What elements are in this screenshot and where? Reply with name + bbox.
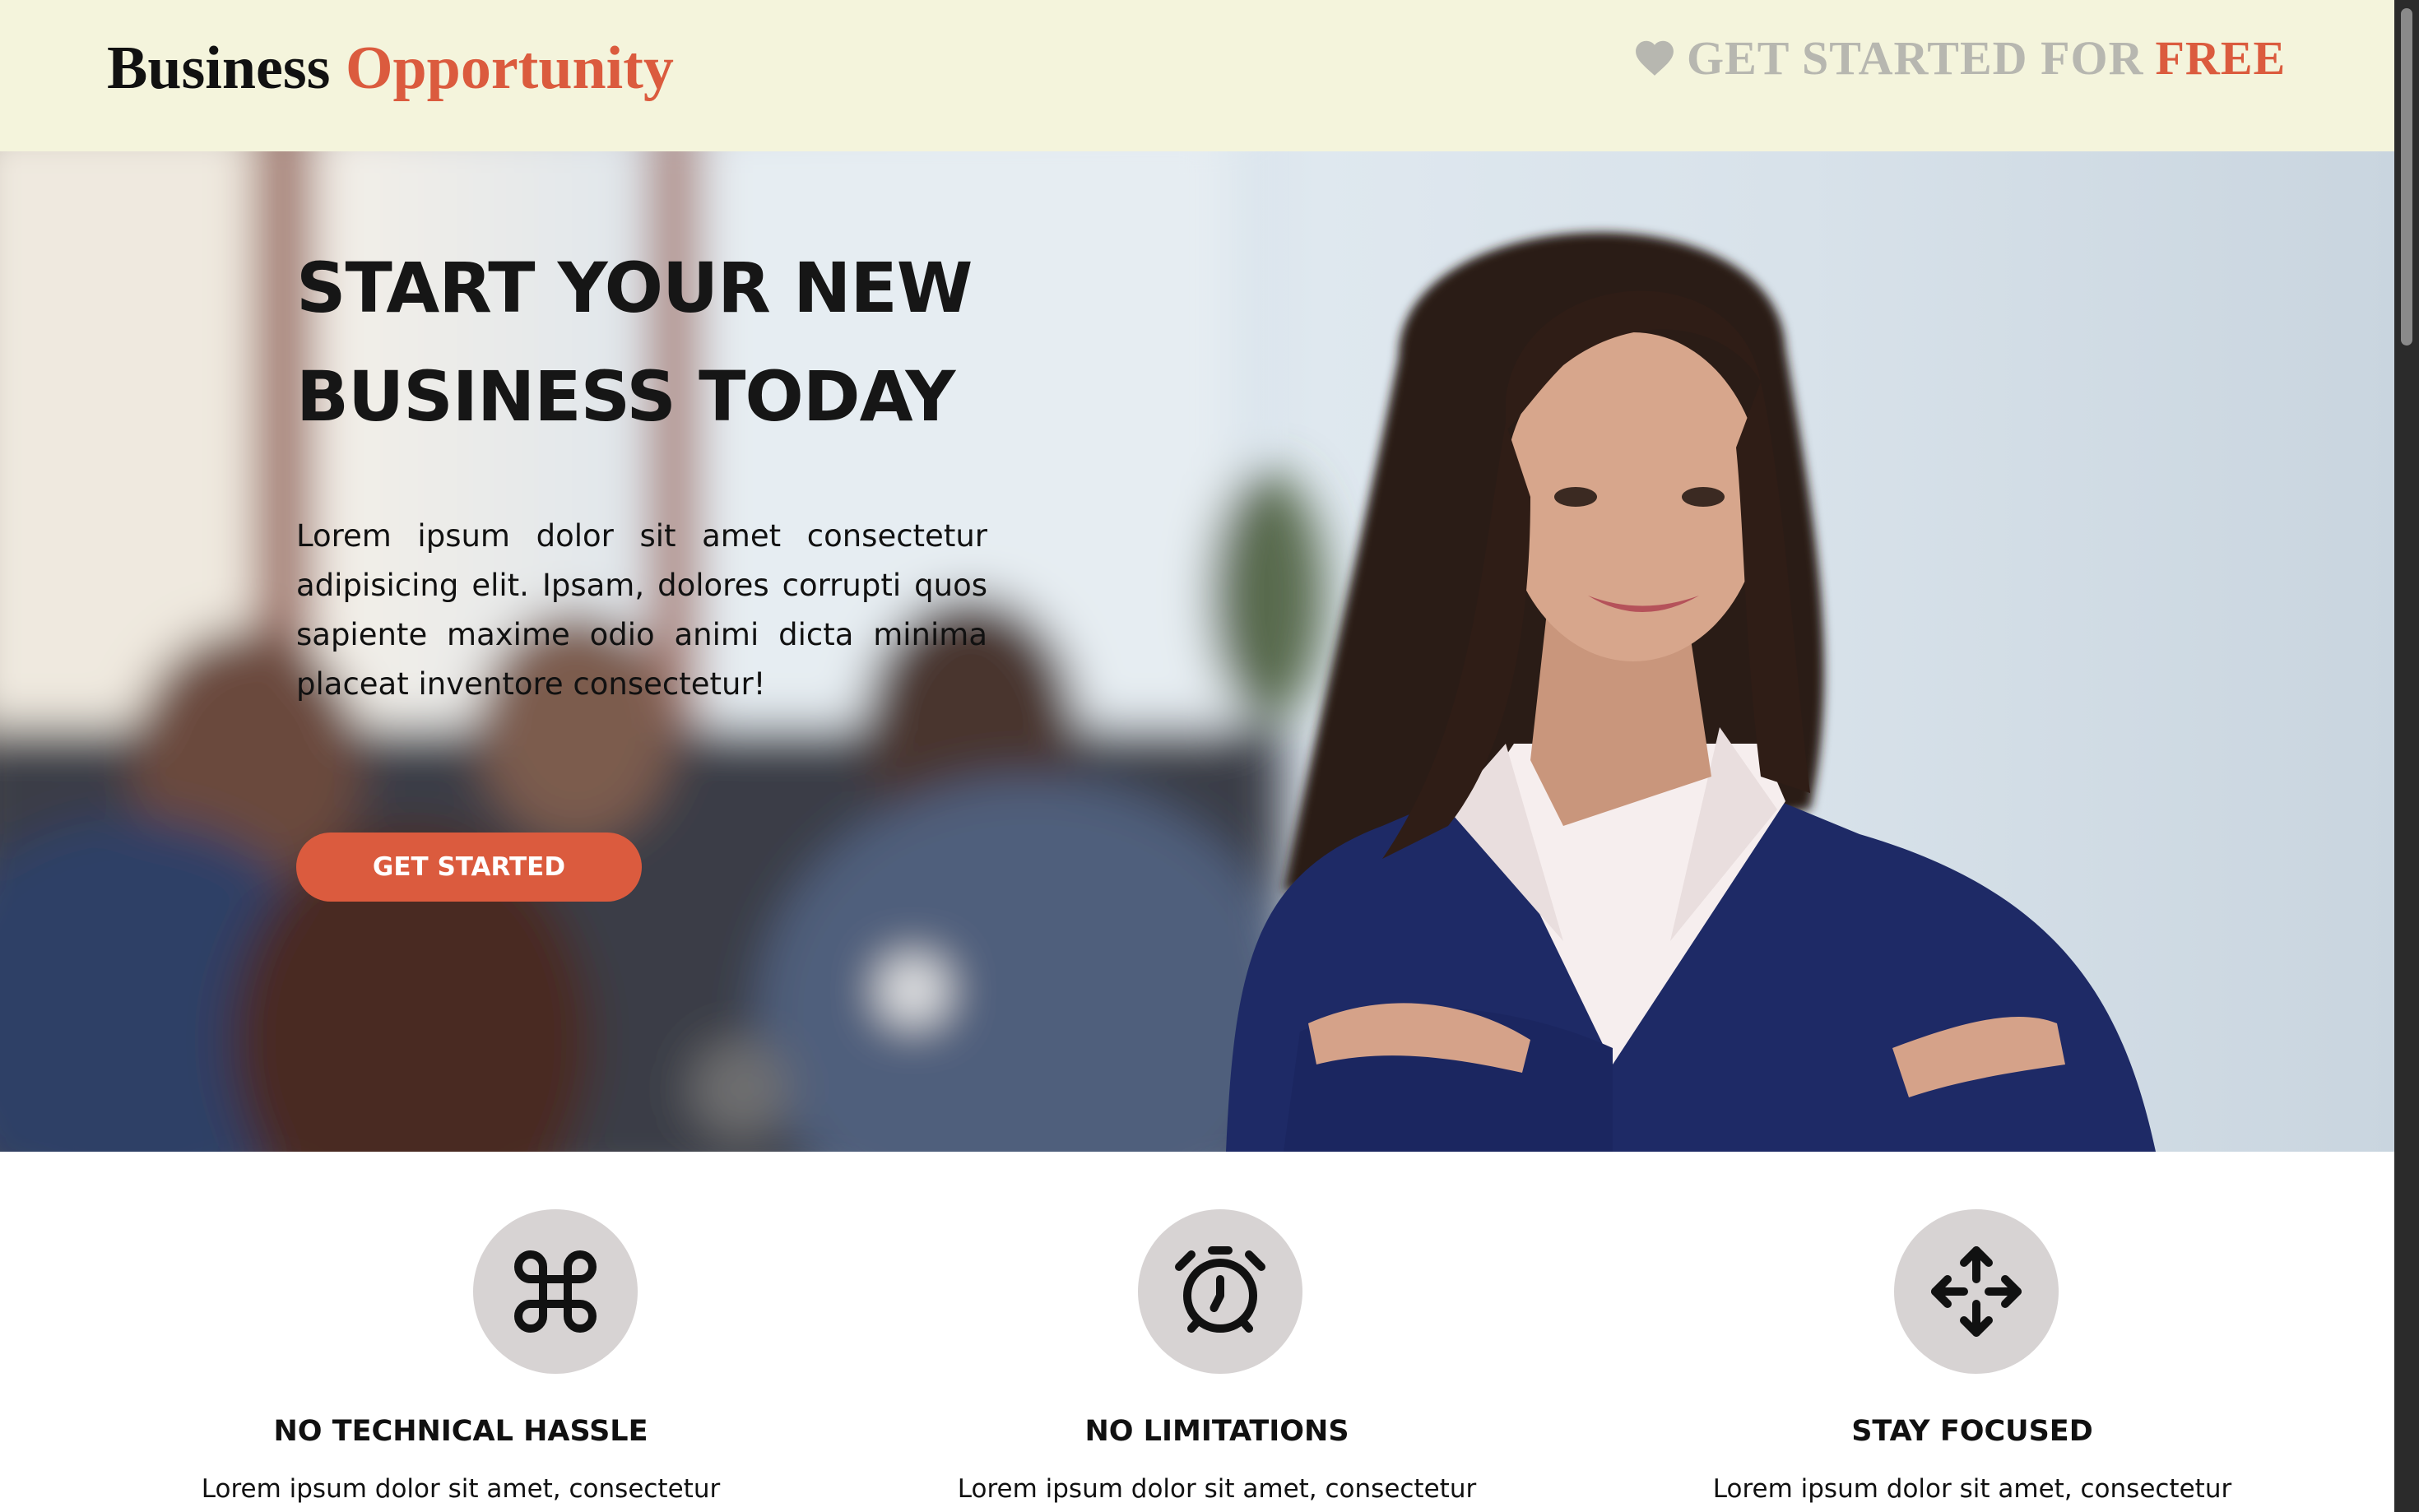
page-scrollbar[interactable] (2394, 0, 2419, 1512)
site-logo[interactable]: Business Opportunity (107, 31, 674, 105)
get-started-button[interactable]: GET STARTED (296, 833, 642, 902)
feature-card: NO TECHNICAL HASSLE Lorem ipsum dolor si… (91, 1152, 831, 1512)
feature-title: NO LIMITATIONS (1084, 1415, 1349, 1448)
heart-icon (1636, 40, 1674, 76)
hero-title: START YOUR NEW BUSINESS TODAY (296, 234, 1119, 451)
get-started-free-link[interactable]: GET STARTED FOR FREE (1634, 25, 2286, 90)
cta-accent-text: FREE (2155, 30, 2287, 85)
hero-description: Lorem ipsum dolor sit amet consectetur a… (296, 518, 987, 702)
cta-text: GET STARTED FOR (1687, 30, 2144, 85)
hero-section: START YOUR NEW BUSINESS TODAY Lorem ipsu… (0, 151, 2394, 1152)
feature-icon-circle (1138, 1209, 1302, 1374)
feature-text: Lorem ipsum dolor sit amet, consectetur (957, 1474, 1477, 1504)
feature-text: Lorem ipsum dolor sit amet, consectetur (1712, 1474, 2232, 1504)
features-section: NO TECHNICAL HASSLE Lorem ipsum dolor si… (0, 1152, 2394, 1512)
alarm-clock-icon (1175, 1246, 1265, 1333)
feature-icon-circle (1894, 1209, 2059, 1374)
scrollbar-thumb[interactable] (2401, 8, 2412, 346)
feature-title: NO TECHNICAL HASSLE (273, 1415, 648, 1448)
site-header: Business Opportunity GET STARTED FOR FRE… (0, 0, 2394, 151)
logo-word-opportunity: Opportunity (345, 35, 674, 102)
move-arrows-icon (1931, 1246, 2022, 1337)
hero-title-line-2: BUSINESS TODAY (296, 356, 955, 437)
feature-text: Lorem ipsum dolor sit amet, consectetur (201, 1474, 721, 1504)
feature-card: NO LIMITATIONS Lorem ipsum dolor sit ame… (847, 1152, 1587, 1512)
hero-title-line-1: START YOUR NEW (296, 248, 973, 328)
feature-title: STAY FOCUSED (1851, 1415, 2093, 1448)
feature-card: STAY FOCUSED Lorem ipsum dolor sit amet,… (1602, 1152, 2342, 1512)
feature-icon-circle (473, 1209, 638, 1374)
logo-word-business: Business (107, 35, 331, 102)
command-icon (514, 1250, 597, 1333)
